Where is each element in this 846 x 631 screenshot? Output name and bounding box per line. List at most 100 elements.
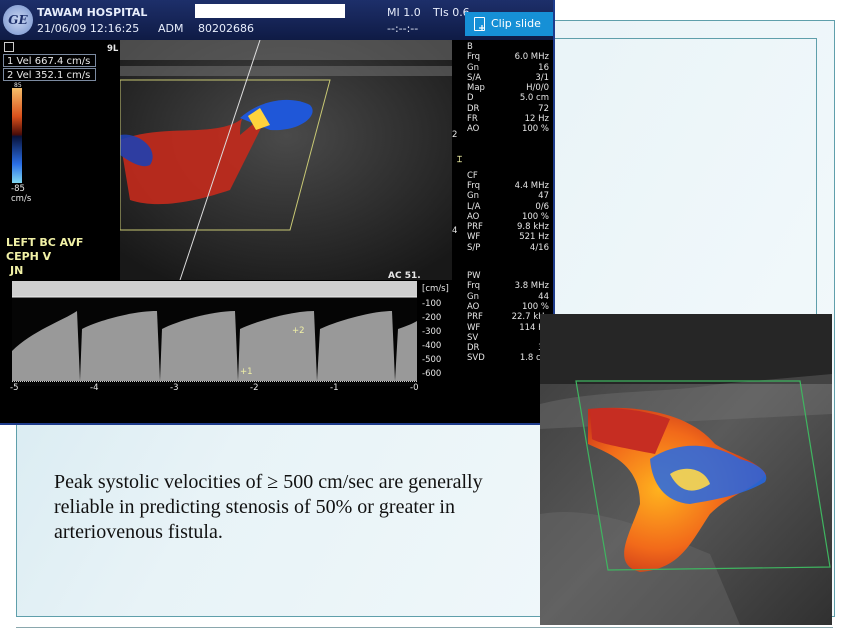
param-row: D 5.0 cm — [453, 93, 549, 103]
param-key: Gn — [467, 62, 479, 73]
time-tick: -5 — [10, 383, 19, 393]
param-value: 6.0 MHz — [514, 52, 549, 63]
param-value: 100 % — [521, 301, 549, 312]
redacted-name-box — [195, 4, 345, 18]
param-key: AO — [467, 124, 480, 135]
doppler-ultrasound-image: GE TAWAM HOSPITAL 21/06/09 12:16:25 ADM … — [0, 0, 555, 425]
param-row: Gn 16 — [453, 63, 549, 73]
param-row: WF 521 Hz — [453, 232, 549, 242]
param-row: B — [453, 42, 549, 52]
spectral-y-tick: -400 — [422, 341, 442, 351]
color-velocity-scale — [12, 88, 22, 183]
param-key: FR — [467, 114, 478, 125]
spectral-unit: [cm/s] — [422, 284, 449, 294]
param-value: 44 — [538, 291, 549, 302]
param-value: 0/6 — [535, 201, 549, 212]
param-key: S/P — [467, 242, 481, 253]
clip-slide-button[interactable]: Clip slide — [465, 12, 553, 36]
param-row: S/A 3/1 — [453, 73, 549, 83]
annotation-line-1: LEFT BC AVF — [6, 236, 84, 249]
param-key: DR — [467, 103, 480, 114]
param-key: PRF — [467, 222, 483, 233]
param-row: AO 100 % — [453, 302, 549, 312]
param-row: FR 12 Hz — [453, 114, 549, 124]
mi-readout: MI 1.0 — [387, 6, 421, 19]
clip-slide-icon — [474, 17, 485, 31]
velocity-readout-2: 2 Vel 352.1 cm/s — [3, 68, 96, 81]
spectral-baseline-band — [12, 281, 417, 297]
param-row: WF 114 Hz — [453, 323, 549, 333]
patient-id: 80202686 — [198, 22, 254, 35]
pulsed-wave-params: PW Frq 3.8 MHz Gn 44 AO 100 % PRF 22.7 kHz WF 114 … — [453, 271, 549, 364]
param-key: WF — [467, 232, 481, 243]
annotation-line-3: JN — [10, 264, 24, 277]
param-key: Frq — [467, 281, 481, 292]
param-row: SV2 — [453, 333, 549, 343]
time-tick: -4 — [90, 383, 99, 393]
param-value: 9.8 kHz — [517, 222, 549, 233]
param-value — [503, 171, 549, 181]
annotation-line-2: CEPH V — [6, 250, 52, 263]
cursor-label-1: 1 — [247, 367, 253, 377]
spectral-y-tick: -200 — [422, 313, 442, 323]
hospital-name: TAWAM HOSPITAL — [37, 6, 148, 19]
params-gap — [453, 135, 549, 171]
param-row: AO 100 % — [453, 124, 549, 134]
param-value — [503, 42, 549, 52]
param-row: DR36 — [453, 343, 549, 353]
param-value: 12 Hz — [524, 114, 549, 125]
param-value: 3.8 MHz — [514, 281, 549, 292]
params-gap — [453, 253, 549, 271]
param-row: DR 72 — [453, 104, 549, 114]
waveform-3 — [160, 311, 238, 381]
param-key: Map — [467, 83, 485, 94]
param-value: 4.4 MHz — [514, 180, 549, 191]
slide-bottom-line — [16, 627, 833, 628]
param-key: B — [467, 42, 473, 52]
b-mode-params: B Frq 6.0 MHz Gn 16 S/A 3/1 Map H/0/0 D 5.0 cm DR 72… — [453, 42, 549, 135]
exam-datetime: 21/06/09 12:16:25 — [37, 22, 140, 35]
param-key: Gn — [467, 291, 479, 302]
param-value: 16 — [538, 62, 549, 73]
param-value: 3/1 — [535, 72, 549, 83]
time-tick: -2 — [250, 383, 259, 393]
param-value: 72 — [538, 103, 549, 114]
param-key: CF — [467, 170, 478, 181]
color-doppler-stenosis-image — [540, 314, 832, 625]
param-key: S/A — [467, 72, 482, 83]
param-row: L/A 0/6 — [453, 202, 549, 212]
near-field-shadow — [540, 314, 832, 384]
param-row: Gn 44 — [453, 292, 549, 302]
param-value — [503, 271, 549, 281]
skin-layer — [120, 40, 452, 60]
ac-label: AC 51. — [388, 271, 421, 281]
color-doppler-image — [120, 40, 452, 280]
param-row: PRF 9.8 kHz — [453, 222, 549, 232]
param-key: SV — [467, 332, 479, 343]
spectral-y-tick: -500 — [422, 355, 442, 365]
slide-caption: Peak systolic velocities of ≥ 500 cm/sec… — [54, 471, 483, 543]
param-row: Map H/0/0 — [453, 83, 549, 93]
param-row: Frq 6.0 MHz — [453, 52, 549, 62]
spectral-y-tick: -600 — [422, 369, 442, 379]
color-scale-bottom-label: -85 — [11, 184, 25, 194]
time-tick: -0 — [410, 383, 419, 393]
param-key: L/A — [467, 201, 481, 212]
param-key: PRF — [467, 312, 483, 323]
spectral-y-tick: -100 — [422, 299, 442, 309]
spectral-doppler-trace — [12, 281, 417, 386]
param-key: DR — [467, 343, 480, 354]
param-value: 100 % — [521, 124, 549, 135]
slide-inner-frame — [548, 38, 817, 318]
param-key: D — [467, 93, 474, 104]
param-row: S/P 4/16 — [453, 243, 549, 253]
param-value: 100 % — [521, 211, 549, 222]
time-tick: -3 — [170, 383, 179, 393]
spectral-waveforms — [12, 311, 417, 381]
param-row: Frq 4.4 MHz — [453, 181, 549, 191]
param-key: WF — [467, 322, 481, 333]
param-key: AO — [467, 301, 480, 312]
param-row: AO 100 % — [453, 212, 549, 222]
param-value: 4/16 — [529, 242, 549, 253]
param-value: H/0/0 — [526, 83, 549, 94]
